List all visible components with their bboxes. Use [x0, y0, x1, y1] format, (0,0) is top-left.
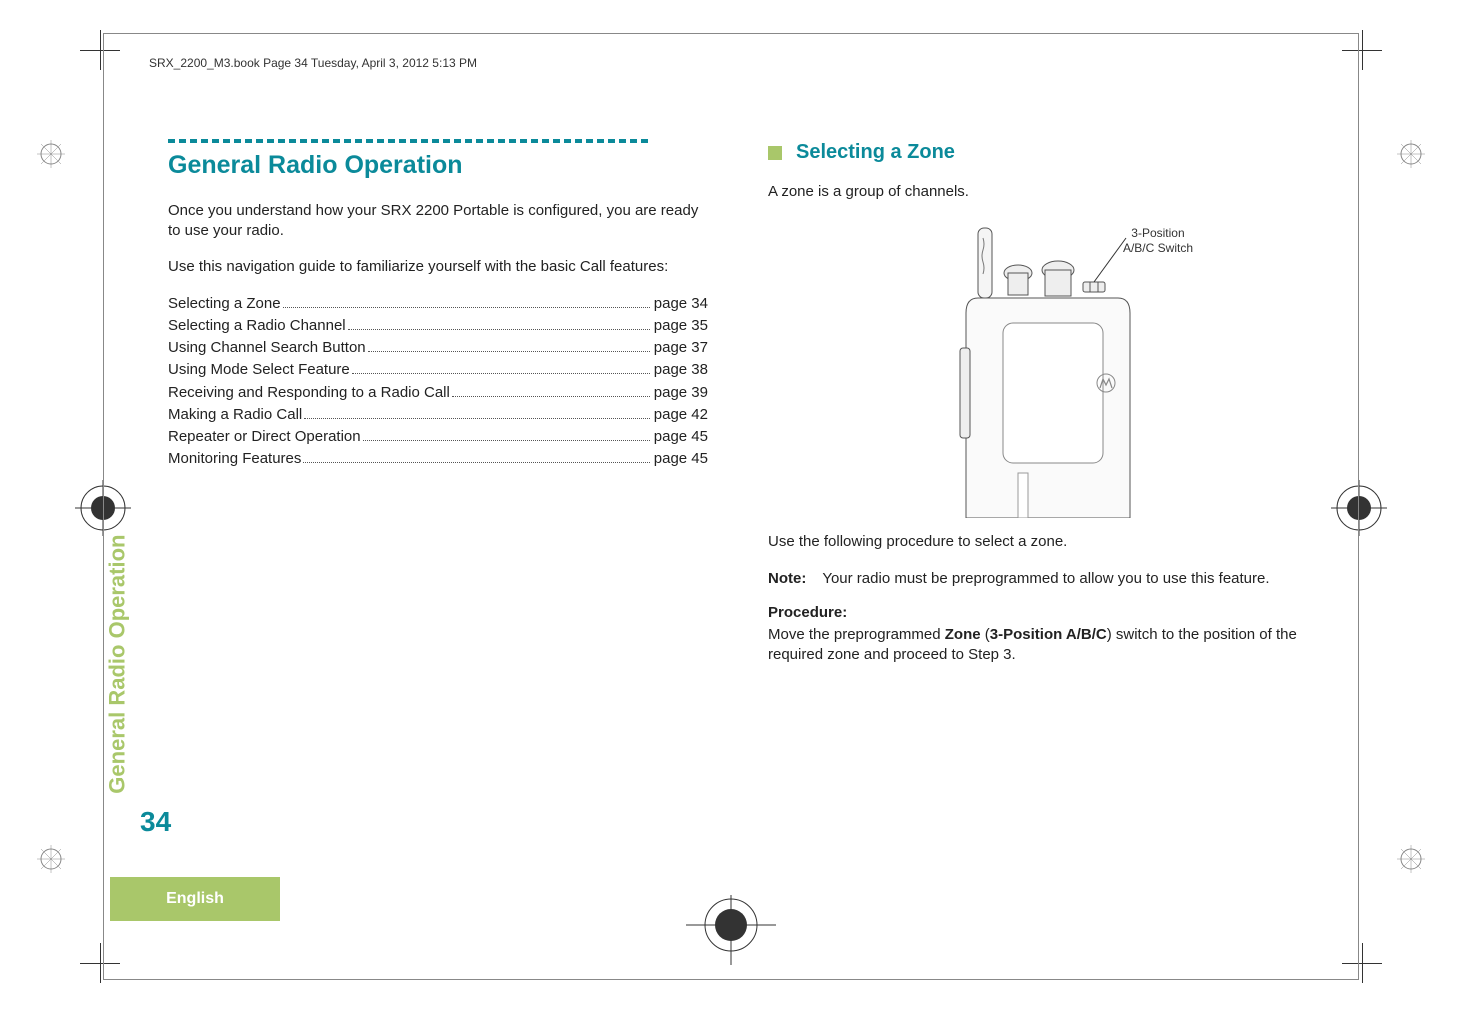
- procedure-segment: (: [981, 626, 990, 643]
- procedure-text: Move the preprogrammed Zone (3-Position …: [768, 625, 1308, 666]
- figure-callout: 3-Position A/B/C Switch: [1123, 226, 1193, 255]
- toc-page: page 37: [654, 338, 708, 358]
- toc-label: Using Channel Search Button: [168, 338, 366, 358]
- toc-leader-dots-icon: [368, 342, 650, 352]
- toc-row: Making a Radio Call page 42: [168, 405, 708, 425]
- right-column: Selecting a Zone A zone is a group of ch…: [768, 139, 1308, 929]
- toc-leader-dots-icon: [348, 320, 650, 330]
- toc-row: Selecting a Radio Channel page 35: [168, 316, 708, 336]
- lead-paragraph: A zone is a group of channels.: [768, 182, 1308, 202]
- subheading: Selecting a Zone: [796, 139, 955, 166]
- toc-page: page 45: [654, 427, 708, 447]
- page-frame: SRX_2200_M3.book Page 34 Tuesday, April …: [103, 33, 1359, 980]
- note-text: Your radio must be preprogrammed to allo…: [822, 569, 1269, 589]
- section-rule-icon: [168, 139, 708, 143]
- toc-row: Using Channel Search Button page 37: [168, 338, 708, 358]
- toc-row: Receiving and Responding to a Radio Call…: [168, 383, 708, 403]
- left-column: General Radio Operation Once you underst…: [168, 139, 708, 929]
- toc-label: Selecting a Radio Channel: [168, 316, 346, 336]
- page-number: 34: [140, 803, 171, 841]
- toc-leader-dots-icon: [303, 453, 649, 463]
- toc-leader-dots-icon: [304, 409, 650, 419]
- toc-page: page 34: [654, 294, 708, 314]
- toc-row: Repeater or Direct Operation page 45: [168, 427, 708, 447]
- section-title: General Radio Operation: [168, 149, 708, 183]
- toc-label: Making a Radio Call: [168, 405, 302, 425]
- procedure-label: Procedure:: [768, 603, 1308, 623]
- registration-dot-icon: [1395, 843, 1427, 875]
- toc-page: page 38: [654, 360, 708, 380]
- language-label: English: [166, 888, 224, 910]
- registration-dot-icon: [35, 138, 67, 170]
- note-label: Note:: [768, 569, 806, 589]
- toc-page: page 35: [654, 316, 708, 336]
- toc-page: page 42: [654, 405, 708, 425]
- intro-paragraph-2: Use this navigation guide to familiarize…: [168, 257, 708, 277]
- after-figure-paragraph: Use the following procedure to select a …: [768, 532, 1308, 552]
- toc-label: Repeater or Direct Operation: [168, 427, 361, 447]
- note-block: Note: Your radio must be preprogrammed t…: [768, 569, 1308, 589]
- figure-callout-line: 3-Position: [1123, 226, 1193, 240]
- toc-row: Using Mode Select Feature page 38: [168, 360, 708, 380]
- toc-label: Using Mode Select Feature: [168, 360, 350, 380]
- procedure-bold: Zone: [945, 626, 981, 643]
- radio-figure: 3-Position A/B/C Switch: [768, 218, 1308, 518]
- toc-leader-dots-icon: [363, 431, 650, 441]
- toc-label: Receiving and Responding to a Radio Call: [168, 383, 450, 403]
- figure-callout-line: A/B/C Switch: [1123, 241, 1193, 255]
- subheading-row: Selecting a Zone: [768, 139, 1308, 166]
- toc-page: page 39: [654, 383, 708, 403]
- side-section-label: General Radio Operation: [102, 535, 132, 794]
- toc-leader-dots-icon: [283, 298, 650, 308]
- running-head: SRX_2200_M3.book Page 34 Tuesday, April …: [149, 56, 477, 70]
- registration-dot-icon: [35, 843, 67, 875]
- toc-leader-dots-icon: [352, 364, 650, 374]
- content-area: General Radio Operation Once you underst…: [168, 139, 1308, 929]
- procedure-bold: 3-Position A/B/C: [990, 626, 1107, 643]
- toc-label: Monitoring Features: [168, 449, 301, 469]
- procedure-segment: Move the preprogrammed: [768, 626, 945, 643]
- toc-page: page 45: [654, 449, 708, 469]
- radio-device-icon: [908, 218, 1168, 518]
- registration-dot-icon: [1395, 138, 1427, 170]
- subheading-bullet-icon: [768, 146, 782, 160]
- toc-list: Selecting a Zone page 34 Selecting a Rad…: [168, 294, 708, 470]
- language-tab: English: [110, 877, 280, 921]
- toc-leader-dots-icon: [452, 387, 650, 397]
- toc-label: Selecting a Zone: [168, 294, 281, 314]
- toc-row: Monitoring Features page 45: [168, 449, 708, 469]
- intro-paragraph-1: Once you understand how your SRX 2200 Po…: [168, 201, 708, 242]
- toc-row: Selecting a Zone page 34: [168, 294, 708, 314]
